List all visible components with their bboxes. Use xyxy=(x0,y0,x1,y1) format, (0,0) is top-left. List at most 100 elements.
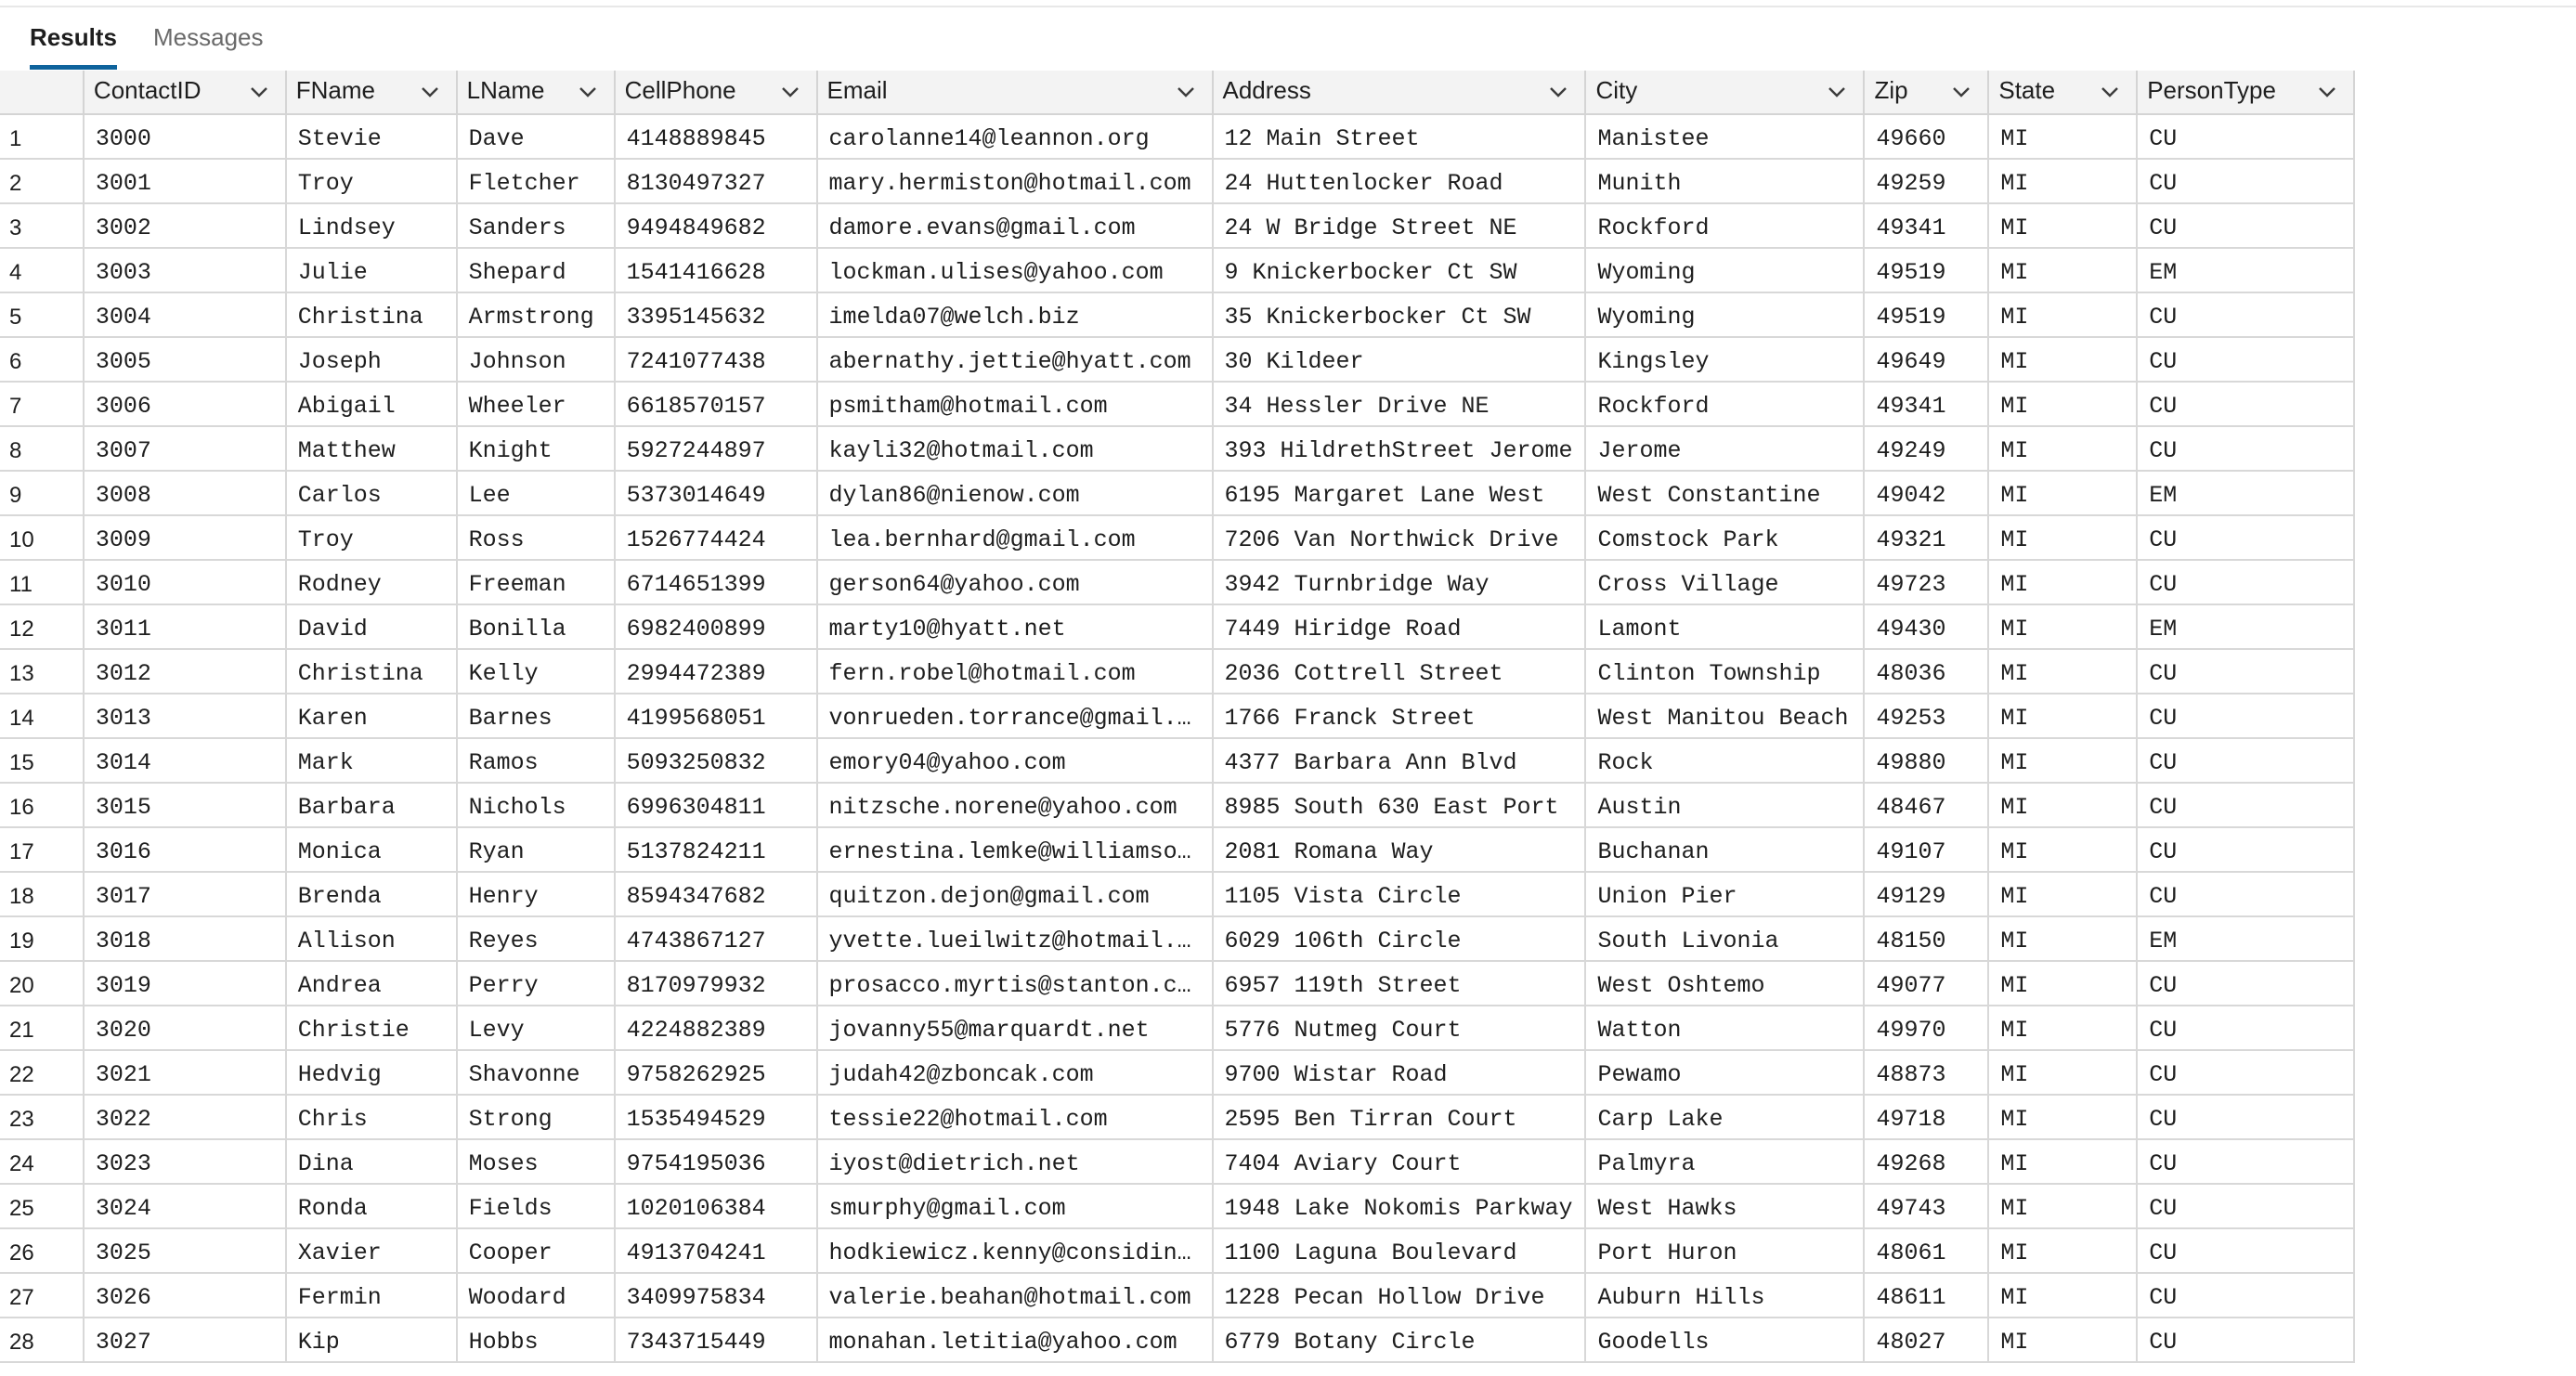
cell-lname[interactable]: Fletcher xyxy=(456,159,616,204)
row-number[interactable]: 25 xyxy=(0,1184,85,1229)
table-row[interactable]: 9 3008 Carlos Lee 5373014649 dylan86@nienow.c… xyxy=(0,471,2355,516)
cell-contactid[interactable]: 3016 xyxy=(83,827,287,873)
table-row[interactable]: 1 3000 Stevie Dave 4148889845 carolanne14@lea… xyxy=(0,114,2355,160)
cell-lname[interactable]: Perry xyxy=(456,961,616,1006)
cell-fname[interactable]: Lindsey xyxy=(285,203,458,249)
cell-zip[interactable]: 48036 xyxy=(1864,649,1990,694)
cell-cellphone[interactable]: 6982400899 xyxy=(614,604,818,650)
column-header-cellphone[interactable]: CellPhone xyxy=(614,71,818,115)
cell-persontype[interactable]: CU xyxy=(2137,114,2355,160)
cell-address[interactable]: 2036 Cottrell Street xyxy=(1212,649,1587,694)
cell-persontype[interactable]: CU xyxy=(2137,292,2355,338)
table-row[interactable]: 16 3015 Barbara Nichols 6996304811 nitzsche.n… xyxy=(0,783,2355,828)
cell-contactid[interactable]: 3003 xyxy=(83,248,287,293)
cell-city[interactable]: Wyoming xyxy=(1585,292,1866,338)
cell-state[interactable]: MI xyxy=(1988,916,2139,962)
cell-cellphone[interactable]: 8594347682 xyxy=(614,872,818,917)
cell-persontype[interactable]: CU xyxy=(2137,827,2355,873)
cell-fname[interactable]: Christina xyxy=(285,649,458,694)
cell-address[interactable]: 6779 Botany Circle xyxy=(1212,1318,1587,1363)
cell-fname[interactable]: Christie xyxy=(285,1006,458,1051)
cell-lname[interactable]: Lee xyxy=(456,471,616,516)
cell-address[interactable]: 24 Huttenlocker Road xyxy=(1212,159,1587,204)
row-number[interactable]: 9 xyxy=(0,471,85,516)
cell-fname[interactable]: Karen xyxy=(285,694,458,739)
cell-city[interactable]: Rockford xyxy=(1585,382,1866,427)
table-row[interactable]: 13 3012 Christina Kelly 2994472389 fern.robel… xyxy=(0,649,2355,694)
cell-zip[interactable]: 49880 xyxy=(1864,738,1990,784)
cell-city[interactable]: West Manitou Beach xyxy=(1585,694,1866,739)
cell-city[interactable]: Carp Lake xyxy=(1585,1095,1866,1140)
cell-email[interactable]: vonrueden.torrance@gmail.… xyxy=(816,694,1214,739)
column-header-persontype[interactable]: PersonType xyxy=(2137,71,2355,115)
cell-email[interactable]: fern.robel@hotmail.com xyxy=(816,649,1214,694)
cell-address[interactable]: 1105 Vista Circle xyxy=(1212,872,1587,917)
cell-fname[interactable]: Joseph xyxy=(285,337,458,383)
cell-contactid[interactable]: 3023 xyxy=(83,1139,287,1185)
column-header-city[interactable]: City xyxy=(1585,71,1866,115)
cell-email[interactable]: nitzsche.norene@yahoo.com xyxy=(816,783,1214,828)
cell-cellphone[interactable]: 1526774424 xyxy=(614,515,818,561)
cell-zip[interactable]: 49519 xyxy=(1864,248,1990,293)
cell-email[interactable]: emory04@yahoo.com xyxy=(816,738,1214,784)
cell-lname[interactable]: Kelly xyxy=(456,649,616,694)
cell-lname[interactable]: Moses xyxy=(456,1139,616,1185)
cell-email[interactable]: psmitham@hotmail.com xyxy=(816,382,1214,427)
cell-contactid[interactable]: 3018 xyxy=(83,916,287,962)
cell-contactid[interactable]: 3010 xyxy=(83,560,287,605)
cell-email[interactable]: tessie22@hotmail.com xyxy=(816,1095,1214,1140)
cell-cellphone[interactable]: 2994472389 xyxy=(614,649,818,694)
table-row[interactable]: 3 3002 Lindsey Sanders 9494849682 damore.evan… xyxy=(0,203,2355,249)
column-header-address[interactable]: Address xyxy=(1212,71,1587,115)
cell-city[interactable]: Cross Village xyxy=(1585,560,1866,605)
cell-contactid[interactable]: 3019 xyxy=(83,961,287,1006)
cell-fname[interactable]: Monica xyxy=(285,827,458,873)
cell-cellphone[interactable]: 3395145632 xyxy=(614,292,818,338)
column-header-lname[interactable]: LName xyxy=(456,71,616,115)
cell-contactid[interactable]: 3007 xyxy=(83,426,287,472)
cell-address[interactable]: 6029 106th Circle xyxy=(1212,916,1587,962)
cell-address[interactable]: 30 Kildeer xyxy=(1212,337,1587,383)
table-row[interactable]: 18 3017 Brenda Henry 8594347682 quitzon.dejon… xyxy=(0,872,2355,917)
cell-address[interactable]: 6195 Margaret Lane West xyxy=(1212,471,1587,516)
cell-email[interactable]: prosacco.myrtis@stanton.c… xyxy=(816,961,1214,1006)
cell-state[interactable]: MI xyxy=(1988,1006,2139,1051)
column-header-state[interactable]: State xyxy=(1988,71,2139,115)
cell-persontype[interactable]: CU xyxy=(2137,738,2355,784)
cell-cellphone[interactable]: 4199568051 xyxy=(614,694,818,739)
cell-cellphone[interactable]: 5137824211 xyxy=(614,827,818,873)
cell-zip[interactable]: 48611 xyxy=(1864,1273,1990,1318)
cell-address[interactable]: 1948 Lake Nokomis Parkway xyxy=(1212,1184,1587,1229)
cell-cellphone[interactable]: 9758262925 xyxy=(614,1050,818,1096)
chevron-down-icon[interactable] xyxy=(1950,81,1972,103)
chevron-down-icon[interactable] xyxy=(2099,81,2121,103)
cell-contactid[interactable]: 3024 xyxy=(83,1184,287,1229)
cell-lname[interactable]: Freeman xyxy=(456,560,616,605)
cell-zip[interactable]: 49970 xyxy=(1864,1006,1990,1051)
cell-persontype[interactable]: CU xyxy=(2137,694,2355,739)
row-number[interactable]: 21 xyxy=(0,1006,85,1051)
cell-fname[interactable]: Carlos xyxy=(285,471,458,516)
cell-address[interactable]: 393 HildrethStreet Jerome xyxy=(1212,426,1587,472)
cell-contactid[interactable]: 3025 xyxy=(83,1228,287,1274)
cell-lname[interactable]: Knight xyxy=(456,426,616,472)
row-number[interactable]: 20 xyxy=(0,961,85,1006)
cell-lname[interactable]: Ross xyxy=(456,515,616,561)
cell-email[interactable]: valerie.beahan@hotmail.com xyxy=(816,1273,1214,1318)
cell-persontype[interactable]: CU xyxy=(2137,1318,2355,1363)
cell-persontype[interactable]: CU xyxy=(2137,203,2355,249)
cell-cellphone[interactable]: 1535494529 xyxy=(614,1095,818,1140)
cell-state[interactable]: MI xyxy=(1988,649,2139,694)
cell-email[interactable]: ernestina.lemke@williamso… xyxy=(816,827,1214,873)
cell-fname[interactable]: Chris xyxy=(285,1095,458,1140)
cell-persontype[interactable]: CU xyxy=(2137,159,2355,204)
cell-state[interactable]: MI xyxy=(1988,1228,2139,1274)
cell-persontype[interactable]: CU xyxy=(2137,1095,2355,1140)
cell-contactid[interactable]: 3014 xyxy=(83,738,287,784)
cell-cellphone[interactable]: 4148889845 xyxy=(614,114,818,160)
cell-state[interactable]: MI xyxy=(1988,382,2139,427)
cell-contactid[interactable]: 3009 xyxy=(83,515,287,561)
cell-persontype[interactable]: CU xyxy=(2137,649,2355,694)
table-row[interactable]: 11 3010 Rodney Freeman 6714651399 gerson64@ya… xyxy=(0,560,2355,605)
cell-city[interactable]: West Hawks xyxy=(1585,1184,1866,1229)
